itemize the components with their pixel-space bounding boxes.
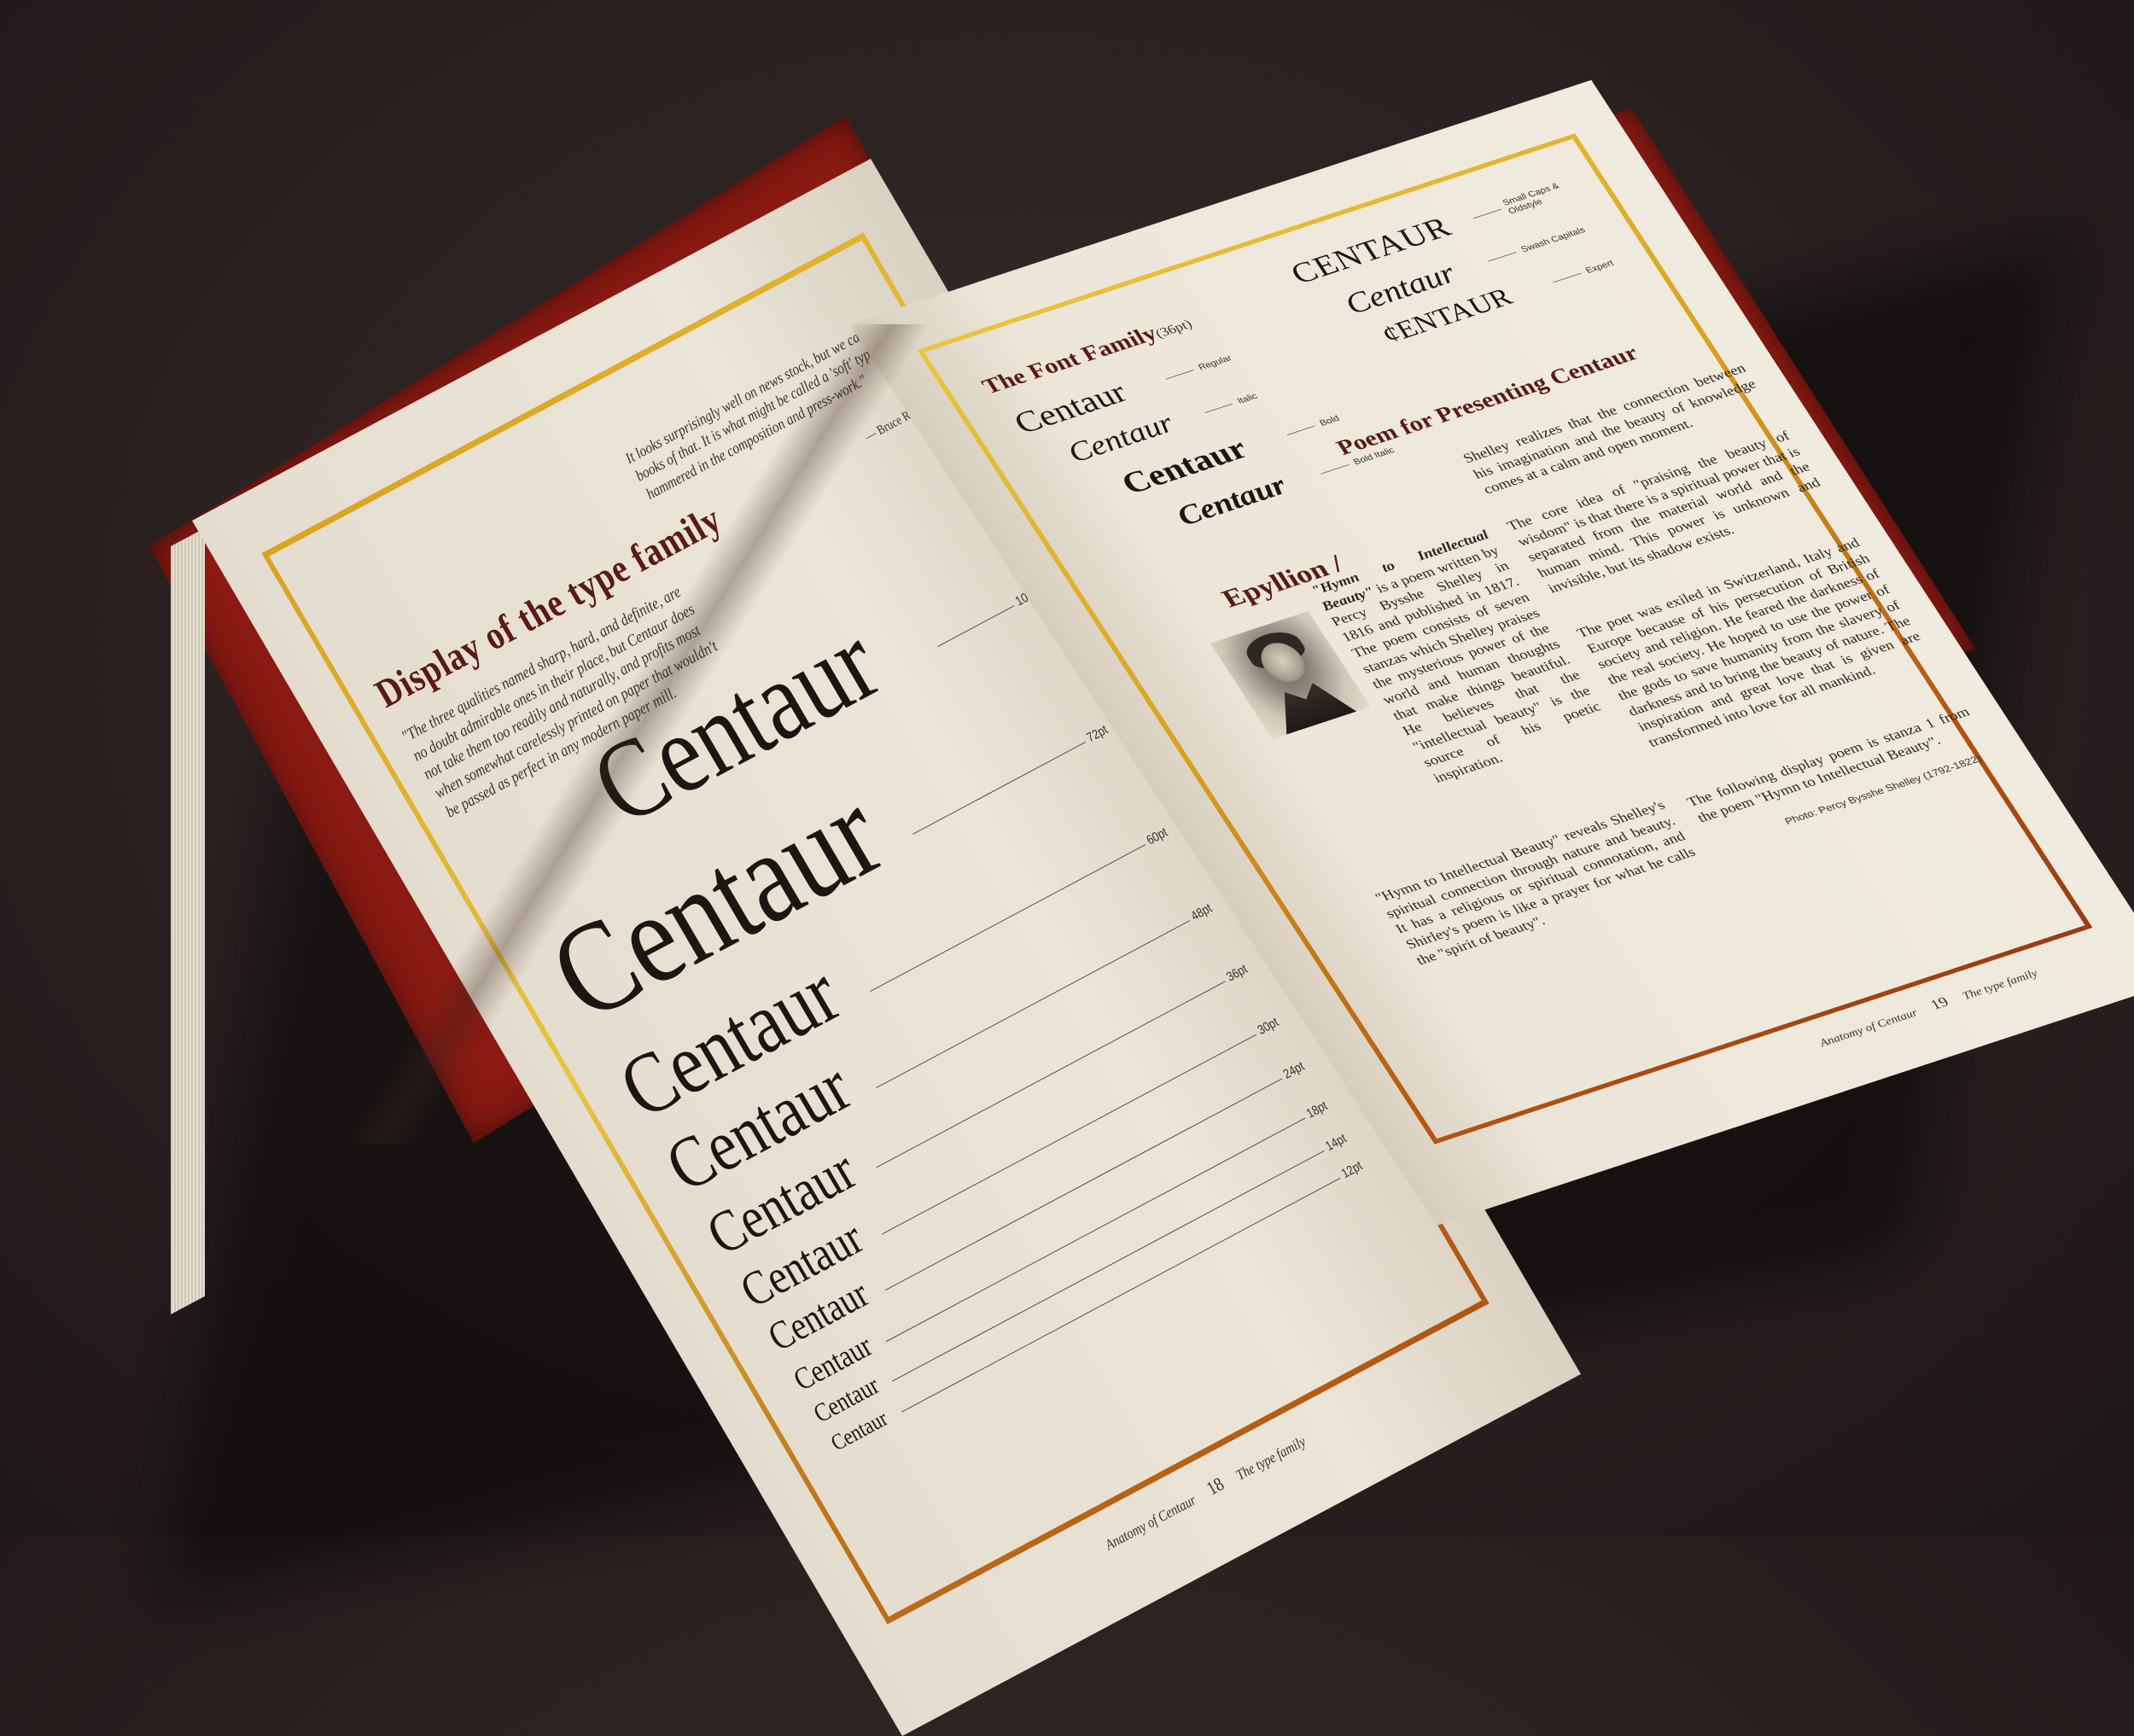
page-number-19: 19	[1927, 993, 1952, 1013]
book-spread: Display of the type family "The three qu…	[0, 0, 2134, 1736]
footer-section-right: The type family	[1959, 966, 2041, 1002]
footer-section: The type family	[1233, 1433, 1309, 1484]
page-number-18: 18	[1202, 1472, 1228, 1500]
